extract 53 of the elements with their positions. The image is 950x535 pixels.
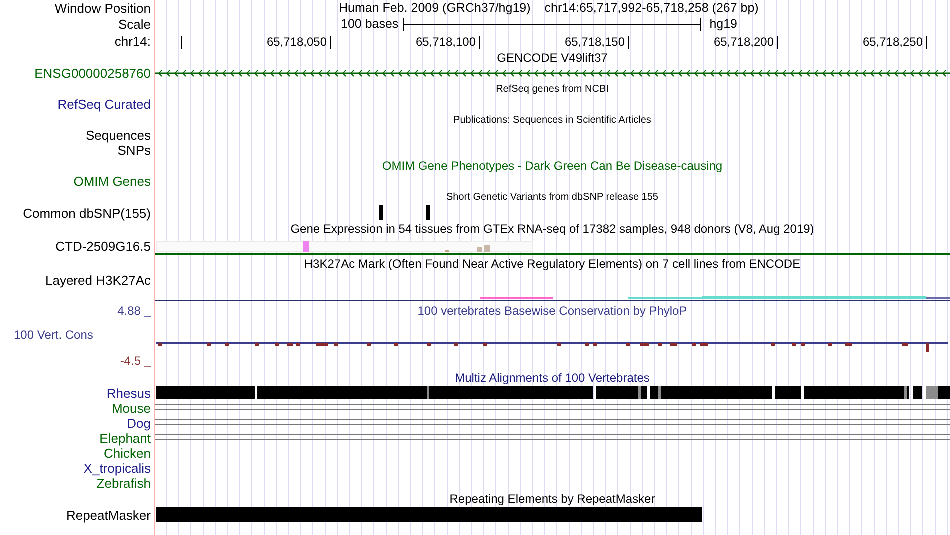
track-label[interactable]: Zebrafish <box>96 476 151 491</box>
ruler-tick <box>628 36 629 49</box>
ruler-tick <box>181 36 182 49</box>
track-label[interactable]: RepeatMasker <box>66 508 151 522</box>
ruler-tick <box>330 36 331 49</box>
track-label[interactable]: SNPs <box>118 143 151 158</box>
coordinate-label: 65,718,150 <box>564 35 625 50</box>
track-title: RefSeq genes from NCBI <box>496 82 609 96</box>
track-title: Multiz Alignments of 100 Vertebrates <box>455 370 650 387</box>
track-title: Gene Expression in 54 tissues from GTEx RNA-seq of 17382 samples, 948 donors (V8, Aug 2019) <box>290 221 814 238</box>
coordinate-label: 65,718,050 <box>266 35 327 50</box>
ruler-tick <box>479 36 480 49</box>
track-label[interactable]: CTD-2509G16.5 <box>56 239 151 254</box>
track-label[interactable]: ENSG00000258760 <box>34 66 151 81</box>
track-label[interactable]: Sequences <box>86 128 151 143</box>
expression-bar[interactable] <box>477 247 482 252</box>
track-label[interactable]: Mouse <box>112 401 151 416</box>
coordinate-label: 65,718,200 <box>714 35 774 50</box>
track-label: Window Position <box>54 0 151 16</box>
expression-bar[interactable] <box>303 241 309 252</box>
track-label[interactable]: 100 Vert. Cons <box>14 328 94 342</box>
assembly-title: Human Feb. 2009 (GRCh37/hg19) <box>339 0 531 17</box>
track-title: Repeating Elements by RepeatMasker <box>450 491 656 508</box>
track-title: H3K27Ac Mark (Often Found Near Active Regulatory Elements) on 7 cell lines from ENCODE <box>304 256 801 273</box>
track-title: Short Genetic Variants from dbSNP release 155 <box>446 190 658 204</box>
track-label[interactable]: Elephant <box>100 431 151 446</box>
axis-min-label: -4.5 _ <box>120 354 151 368</box>
expression-bar[interactable] <box>484 245 490 252</box>
track-title: OMIM Gene Phenotypes - Dark Green Can Be Disease-causing <box>382 158 723 175</box>
track-title: Publications: Sequences in Scientific Articles <box>454 114 652 128</box>
snp-mark[interactable] <box>426 205 430 220</box>
position-text: chr14:65,717,992-65,718,258 (267 bp) <box>544 0 759 17</box>
assembly-name: hg19 <box>710 16 738 34</box>
track-label[interactable]: OMIM Genes <box>74 174 151 189</box>
track-label[interactable]: Layered H3K27Ac <box>45 273 151 288</box>
track-label[interactable]: Chicken <box>104 446 151 461</box>
track-label: Scale <box>118 17 151 32</box>
track-label[interactable]: X_tropicalis <box>84 461 151 476</box>
track-label[interactable]: Common dbSNP(155) <box>23 206 151 220</box>
track-label[interactable]: Dog <box>127 416 151 431</box>
snp-mark[interactable] <box>379 205 383 220</box>
track-title: 100 vertebrates Basewise Conservation by PhyloP <box>418 304 688 318</box>
axis-max-label: 4.88 _ <box>118 304 151 318</box>
ruler-tick <box>926 36 927 49</box>
track-label: chr14: <box>114 34 151 49</box>
track-label[interactable]: RefSeq Curated <box>58 97 151 112</box>
ruler-tick <box>777 36 778 49</box>
repeat-element-bar[interactable] <box>156 507 702 522</box>
scale-length: 100 bases <box>341 16 399 34</box>
coordinate-label: 65,718,100 <box>416 35 476 50</box>
track-title: GENCODE V49lift37 <box>497 50 608 67</box>
track-label[interactable]: Rhesus <box>106 386 151 401</box>
coordinate-label: 65,718,250 <box>862 35 923 50</box>
